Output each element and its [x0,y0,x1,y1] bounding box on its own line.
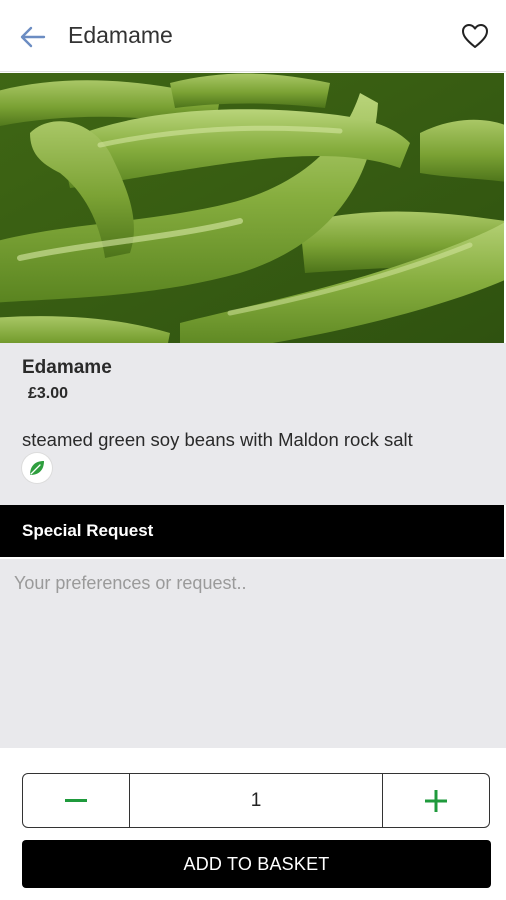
item-name: Edamame [22,357,112,378]
special-request-header: Special Request [0,505,504,557]
page-title: Edamame [68,22,173,48]
increase-quantity-button[interactable] [382,774,489,827]
vegetarian-badge [22,453,52,483]
favorite-button[interactable] [458,18,492,54]
minus-icon [65,798,87,802]
item-info: Edamame £3.00 steamed green soy beans wi… [0,343,506,505]
item-photo [0,73,504,343]
heart-outline-icon [462,24,488,48]
special-request-input[interactable] [0,559,506,748]
quantity-stepper: 1 [22,773,490,828]
special-request-label: Special Request [22,521,154,540]
leaf-icon [30,461,44,475]
order-footer: 1 ADD TO BASKET [0,748,506,900]
back-button[interactable] [14,20,52,54]
quantity-value: 1 [250,789,262,811]
item-price: £3.00 [28,385,69,402]
app-header: Edamame [0,0,506,72]
add-to-basket-button[interactable]: ADD TO BASKET [22,840,491,888]
decrease-quantity-button[interactable] [23,774,130,827]
edamame-photo [0,73,504,343]
arrow-left-icon [20,26,46,48]
item-description: steamed green soy beans with Maldon rock… [22,429,413,450]
plus-icon [425,789,447,812]
